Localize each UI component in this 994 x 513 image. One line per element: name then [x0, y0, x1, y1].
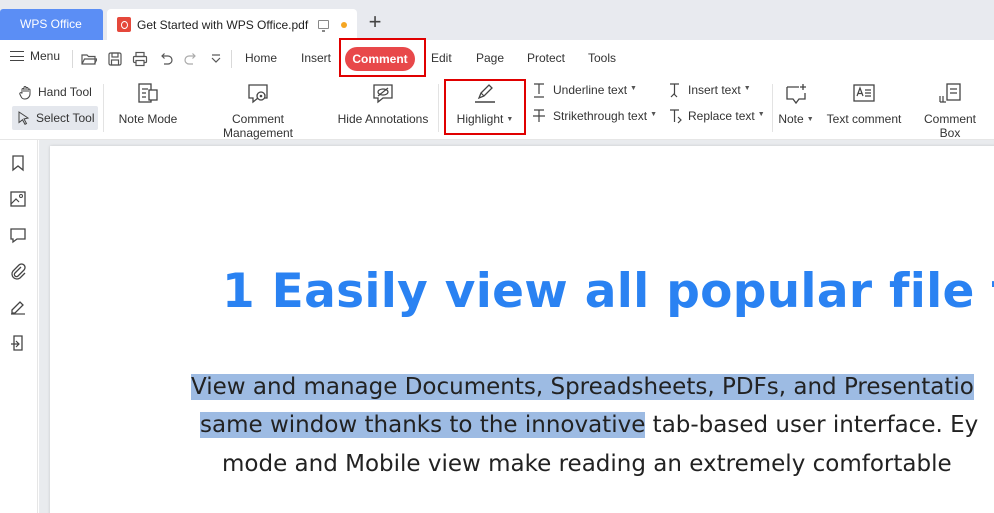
insert-text-button[interactable]: Insert text ▼ — [668, 82, 751, 98]
comment-management-label: Comment Management — [222, 112, 294, 140]
dropdown-caret-icon: ▼ — [650, 110, 657, 118]
export-icon[interactable] — [9, 334, 27, 352]
tab-home[interactable]: Home — [245, 51, 277, 65]
tab-document[interactable]: Get Started with WPS Office.pdf — [107, 9, 357, 40]
strikethrough-text-icon — [533, 109, 545, 122]
tab-insert[interactable]: Insert — [301, 51, 331, 65]
divider — [231, 50, 232, 68]
menu-label: Menu — [30, 49, 61, 63]
image-icon[interactable] — [9, 190, 27, 208]
paragraph-line-2[interactable]: same window thanks to the innovative tab… — [200, 412, 978, 438]
replace-text-icon — [670, 109, 682, 124]
text-comment-icon — [853, 84, 875, 102]
divider — [438, 84, 439, 132]
note-mode-button[interactable]: Note Mode — [116, 82, 180, 126]
menu-bar: Menu Home Insert Comment Edit Page Prote… — [0, 40, 994, 76]
bookmark-icon[interactable] — [9, 154, 27, 172]
left-sidebar — [0, 140, 38, 513]
select-tool-label: Select Tool — [36, 111, 95, 125]
hand-tool-button[interactable]: Hand Tool — [16, 82, 94, 102]
hide-annotations-label: Hide Annotations — [337, 112, 429, 126]
note-icon — [786, 84, 806, 105]
note-button[interactable]: Note ▼ — [778, 82, 814, 126]
hand-tool-label: Hand Tool — [38, 85, 92, 99]
comment-settings-icon — [248, 84, 268, 104]
signature-icon[interactable] — [9, 298, 27, 316]
highlight-annotation-box — [444, 79, 526, 135]
tab-wps-office[interactable]: WPS Office — [0, 9, 103, 40]
tab-edit[interactable]: Edit — [431, 51, 452, 65]
replace-text-label: Replace text — [688, 109, 755, 123]
underline-text-label: Underline text — [553, 83, 628, 97]
save-icon[interactable] — [107, 51, 123, 67]
tab-bar: WPS Office Get Started with WPS Office.p… — [0, 0, 994, 40]
strikethrough-text-label: Strikethrough text — [553, 109, 648, 123]
highlighted-text[interactable]: same window thanks to the innovative — [200, 412, 646, 438]
insert-text-label: Insert text — [688, 83, 741, 97]
tab-page[interactable]: Page — [476, 51, 504, 65]
hamburger-icon — [10, 51, 24, 61]
dropdown-caret-icon: ▼ — [757, 110, 765, 118]
underline-text-button[interactable]: Underline text ▼ — [531, 82, 637, 98]
paragraph-line-1[interactable]: View and manage Documents, Spreadsheets,… — [191, 374, 974, 400]
comment-box-icon — [939, 83, 961, 103]
hide-annotations-icon — [373, 84, 393, 104]
note-label: Note — [778, 112, 804, 126]
comment-box-label: Comment Box — [923, 112, 976, 140]
hand-icon — [19, 86, 31, 100]
strikethrough-text-button[interactable]: Strikethrough text ▼ — [531, 108, 657, 124]
note-mode-icon — [138, 83, 158, 103]
divider — [772, 84, 773, 132]
paragraph-line-3[interactable]: mode and Mobile view make reading an ext… — [222, 451, 952, 477]
divider — [72, 50, 73, 68]
comment-tab-annotation-box — [339, 38, 426, 77]
note-mode-label: Note Mode — [118, 112, 178, 126]
attachment-icon[interactable] — [9, 262, 27, 280]
customize-quick-access-icon[interactable] — [208, 51, 224, 67]
comment-management-button[interactable]: Comment Management — [196, 82, 320, 140]
document-heading: 1 Easily view all popular file typ — [222, 264, 994, 319]
paragraph-text: mode and Mobile view make reading an ext… — [222, 451, 952, 477]
new-tab-button[interactable]: + — [365, 10, 385, 34]
replace-text-button[interactable]: Replace text ▼ — [668, 108, 765, 124]
divider — [103, 84, 104, 132]
paragraph-text: tab-based user interface. Ey — [645, 412, 979, 438]
comment-box-button[interactable]: Comment Box — [912, 82, 988, 140]
dropdown-caret-icon: ▼ — [743, 84, 751, 92]
select-tool-button[interactable]: Select Tool — [12, 106, 99, 130]
tab-protect[interactable]: Protect — [527, 51, 565, 65]
pdf-file-icon — [117, 17, 131, 32]
hide-annotations-button[interactable]: Hide Annotations — [335, 82, 431, 126]
undo-icon[interactable] — [158, 51, 174, 67]
unsaved-dot-icon — [341, 21, 348, 28]
dropdown-caret-icon: ▼ — [630, 84, 637, 92]
print-icon[interactable] — [132, 51, 148, 67]
monitor-icon[interactable] — [318, 20, 330, 32]
tab-tools[interactable]: Tools — [588, 51, 616, 65]
pdf-page[interactable]: 1 Easily view all popular file typ View … — [50, 146, 994, 513]
tab-document-title: Get Started with WPS Office.pdf — [137, 17, 309, 32]
highlighted-text[interactable]: View and manage Documents, Spreadsheets,… — [191, 374, 974, 400]
menu-button[interactable]: Menu — [10, 49, 60, 63]
open-folder-icon[interactable] — [81, 51, 97, 67]
document-viewport[interactable]: 1 Easily view all popular file typ View … — [39, 140, 994, 513]
dropdown-caret-icon: ▼ — [806, 116, 814, 123]
underline-text-icon — [534, 83, 544, 98]
cursor-icon — [18, 111, 30, 125]
comment-icon[interactable] — [9, 226, 27, 244]
redo-icon[interactable] — [183, 51, 199, 67]
text-comment-button[interactable]: Text comment — [826, 82, 902, 126]
text-comment-label: Text comment — [826, 112, 902, 126]
insert-text-icon — [670, 83, 679, 98]
